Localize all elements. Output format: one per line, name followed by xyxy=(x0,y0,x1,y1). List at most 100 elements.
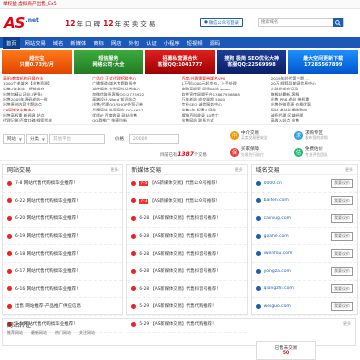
text-link-ad[interactable]: 高收入站点 出售 xyxy=(271,118,357,122)
domain-listing-row[interactable]: cainiug.com 我要议价 xyxy=(251,210,358,228)
more-link[interactable]: 更多 xyxy=(235,167,243,173)
negotiate-button[interactable]: 我要议价 xyxy=(331,284,354,294)
text-link-ad[interactable]: 出售原创内容主题站点 xyxy=(3,102,89,106)
text-link-ad[interactable]: 出售5年 权重4 网站 xyxy=(182,108,268,112)
domain-listing-row[interactable]: iwenfou.com 我要议价 xyxy=(251,245,358,263)
media-listing-row[interactable]: 7-5 【AS新媒体交易】代售公众号推荐！ xyxy=(127,175,247,193)
wechat-login-button[interactable]: ● 微信公众号登录 xyxy=(200,18,243,27)
text-link-ad[interactable]: 出售高权重 新闻源 站点 xyxy=(3,113,89,117)
nav-item-websites[interactable]: 网站交易 xyxy=(25,39,46,47)
top-notice-text[interactable]: 举权益 虚拟商产出售_Ex5 xyxy=(3,1,57,7)
domain-listing-row[interactable]: qiangzhi.com 我要议价 xyxy=(251,281,358,299)
text-link-ad[interactable]: 1000个老域名【出售资源】 xyxy=(3,81,89,85)
text-link-ad[interactable]: 2019年时代第三期 ... xyxy=(271,76,357,80)
text-link-ad[interactable]: 高阳/教育机构开展办法 xyxy=(3,76,89,80)
website-listing-row[interactable]: 6-17 网站代售代购搞毕业推荐！ xyxy=(3,263,123,281)
nav-item-media[interactable]: 新媒体 xyxy=(70,39,86,47)
negotiate-button[interactable]: 我要议价 xyxy=(331,231,354,241)
text-link-ad[interactable]: 诚招代理 区域经理 xyxy=(271,113,357,117)
text-link-ad[interactable]: 出售4年老站，提前成交 xyxy=(3,87,89,91)
negotiate-button[interactable]: 我要议价 xyxy=(331,266,354,276)
nav-item-source-code[interactable]: 源码 xyxy=(210,39,221,47)
negotiate-button[interactable]: 我要议价 xyxy=(331,178,354,188)
negotiate-button[interactable]: 我要议价 xyxy=(331,196,354,206)
category-select[interactable]: 分类 ▼ xyxy=(26,134,48,144)
text-link-ad[interactable]: QQ群推广 快速拉新 xyxy=(92,118,178,122)
type-select[interactable]: 网站 ▼ xyxy=(3,134,25,144)
website-listing-row[interactable]: 7-8 网站代售代购搞毕业推荐！ xyxy=(3,175,123,193)
text-link-ad[interactable]: 收购高搜索 阿里PR站 www. xyxy=(182,87,268,91)
service-appraisal[interactable]: 估免费估价 专业评估团队 xyxy=(294,146,358,160)
website-listing-row[interactable]: 6-19 网站代售代购搞毕业推荐！ xyxy=(3,228,123,246)
tab-hot[interactable]: 热门网站 xyxy=(55,330,71,336)
text-link-ad[interactable]: 加微信联系客服QQ:2775922 xyxy=(92,92,178,96)
nav-item-trademarks[interactable]: 商标 xyxy=(93,39,104,47)
text-link-ad[interactable]: 20万/搜狐导航网信息中心 xyxy=(271,81,357,85)
nav-item-shops[interactable]: 网店 xyxy=(111,39,122,47)
service-guarantee[interactable]: 保买家保障 交易先行赔付 xyxy=(230,146,294,160)
ad-banner[interactable]: 短信服务 网络公司·大全 xyxy=(73,50,144,74)
text-link-ad[interactable]: 出售网站 联系方式 xyxy=(182,118,268,122)
text-link-ad[interactable]: 软件宣传网盟平台13867956888 xyxy=(182,92,268,96)
text-link-ad[interactable]: 网站 老站长期收购中 xyxy=(271,108,357,112)
media-listing-row[interactable]: 7-3 【AS新媒体交易】代售公众号推荐！ xyxy=(127,193,247,211)
website-listing-row[interactable]: 6-18 网站代售代购搞毕业推荐！ xyxy=(3,245,123,263)
text-link-ad[interactable]: 诚信服务 大型网址分类中心 xyxy=(92,87,178,91)
platform-select[interactable]: 其他平台 xyxy=(49,134,105,144)
text-link-ad[interactable]: 出售加精认证站-[更多] xyxy=(3,92,89,96)
text-link-ad[interactable]: 代理记账/百度口碑/搜索优化 xyxy=(3,118,89,122)
site-logo[interactable]: AS .net xyxy=(4,14,60,32)
more-link[interactable]: 更多 xyxy=(110,167,118,173)
media-listing-row[interactable]: 6-28 【AS新媒体交易】代售抖音号推荐！ xyxy=(127,245,247,263)
text-link-ad[interactable]: 万年老站 成交量超 5000 xyxy=(182,97,268,101)
domain-listing-row[interactable]: goahe.com 我要议价 xyxy=(251,228,358,246)
tab-latest[interactable]: 最新网站 xyxy=(31,330,47,336)
ad-banner[interactable]: 最大空间更新下载 17285567899 xyxy=(288,50,358,74)
text-link-ad[interactable]: 出售外链资源 价格优惠 xyxy=(271,102,357,106)
nav-item-outsourcing[interactable]: 外包 xyxy=(129,39,140,47)
text-link-ad[interactable]: 出售 PR6 老站 带权重 xyxy=(271,97,357,101)
tab-recommended[interactable]: 推荐网站 xyxy=(7,330,23,336)
more-link[interactable]: 更多 xyxy=(345,167,353,173)
text-link-ad[interactable]: 广告位 正式代理招租中心 xyxy=(92,76,178,80)
nav-item-home[interactable]: 首页 xyxy=(3,36,20,49)
negotiate-button[interactable]: 我要议价 xyxy=(331,249,354,259)
text-link-ad[interactable]: 1万到1000元起步价，上手处理 xyxy=(182,81,268,85)
text-link-ad[interactable]: CP网域名出售中心 xyxy=(3,108,89,112)
text-link-ad[interactable]: 百度/谷歌需要带域名VPS xyxy=(182,76,268,80)
more-link[interactable]: 更多 xyxy=(343,321,351,327)
text-link-ad[interactable]: 出售/代理QQ/SHOP外贸订单 xyxy=(92,102,178,106)
text-link-ad[interactable]: 出售2009年源码老站一批 xyxy=(3,97,89,101)
text-link-ad[interactable]: 小时代成交记录 xyxy=(271,87,357,91)
website-listing-row[interactable]: 出售 网站推荐-产品推广供应信息 xyxy=(3,298,123,316)
tab-followed[interactable]: 关注网站 xyxy=(79,330,95,336)
website-listing-row[interactable]: 6-16 网站代售代购搞毕业推荐！ xyxy=(3,281,123,299)
nav-item-short-video[interactable]: 短视频 xyxy=(187,39,203,47)
media-listing-row[interactable]: 6-28 【AS新媒体交易】代售抖音号推荐！ xyxy=(127,210,247,228)
media-listing-row[interactable]: 5-29 【AS新媒体交易】代售代购推荐！ xyxy=(127,298,247,316)
ad-banner[interactable]: 搜狗 极简 SEO优化大神 客服QQ:22569998 xyxy=(216,50,287,74)
text-link-ad[interactable]: 高端设计-Word 知识站点 xyxy=(92,97,178,101)
media-listing-row[interactable]: 6-28 【AS新媒体交易】代售抖音号推荐！ xyxy=(127,281,247,299)
text-link-ad[interactable]: 旗舰站最新-客服 xyxy=(271,92,357,96)
service-escrow[interactable]: 中中介交易 买卖交易更安全 xyxy=(230,129,294,143)
website-listing-row[interactable]: 6-22 网站代售代购搞毕业推荐！ xyxy=(3,193,123,211)
text-link-ad[interactable]: 专业SEO 诚信服务中心 xyxy=(182,102,268,106)
service-wanted[interactable]: 求求购专区 发布您的求购 xyxy=(294,129,358,143)
text-link-ad[interactable]: 搜狗百科收录 10余个 xyxy=(182,113,268,117)
negotiate-button[interactable]: 我要议价 xyxy=(331,213,354,223)
ad-banner[interactable]: 招募私营源合伙 客服QQ:1041777 xyxy=(145,50,215,74)
website-listing-row[interactable]: 6-20 网站代售代购搞毕业推荐！ xyxy=(3,210,123,228)
search-input[interactable] xyxy=(259,19,333,26)
text-link-ad[interactable]: 优质IP 百度收录 网站出售 xyxy=(92,113,178,117)
domain-listing-row[interactable]: 0000.cn 我要议价 xyxy=(251,175,358,193)
price-input[interactable]: 20000 xyxy=(129,134,179,144)
sold-counter-widget[interactable]: 已售未交易 50 xyxy=(256,341,316,360)
nav-item-certification[interactable]: 认证 xyxy=(146,39,157,47)
search-button[interactable] xyxy=(333,18,343,27)
domain-listing-row[interactable]: weiguo.com 我要议价 xyxy=(251,298,358,316)
domain-listing-row[interactable]: baifen.com 我要议价 xyxy=(251,193,358,211)
media-listing-row[interactable]: 6-28 【AS新媒体交易】代售抖音号推荐！ xyxy=(127,228,247,246)
nav-item-miniapps[interactable]: 小程序 xyxy=(164,39,180,47)
negotiate-button[interactable]: 我要议价 xyxy=(331,301,354,311)
